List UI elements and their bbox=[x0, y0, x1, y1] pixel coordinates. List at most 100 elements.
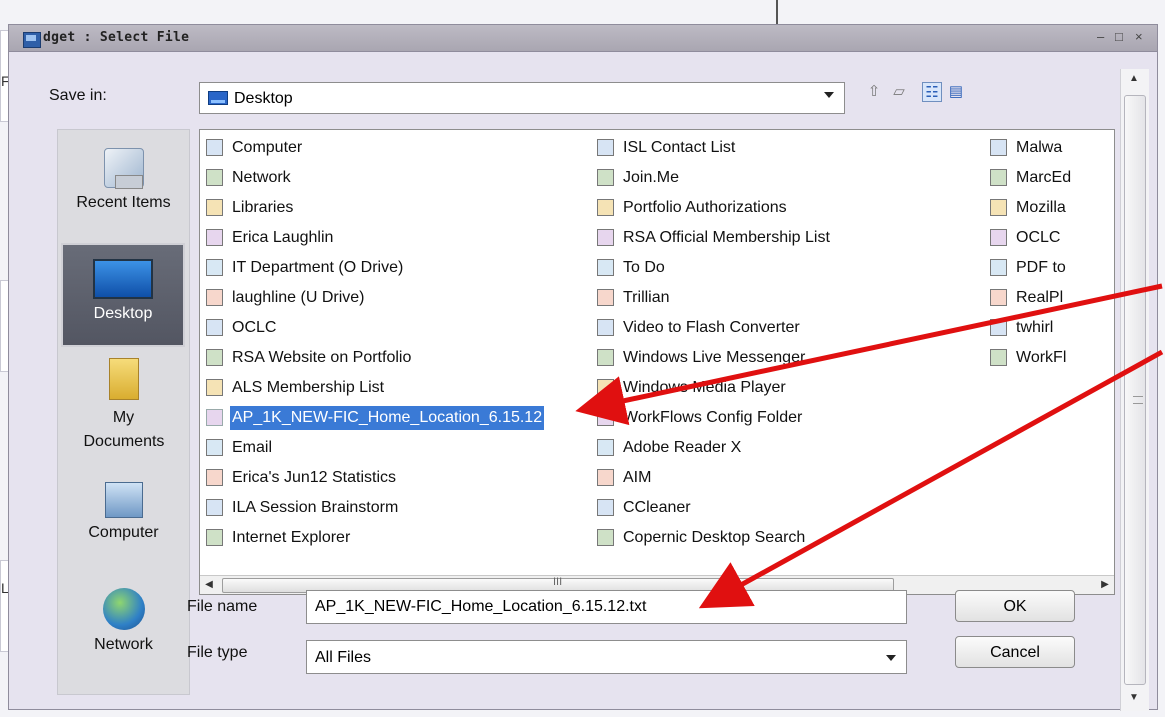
background-divider bbox=[776, 0, 778, 24]
list-view-icon[interactable]: ☷ bbox=[922, 82, 942, 102]
select-file-dialog: dget : Select File – □ × Save in: Deskto… bbox=[8, 24, 1158, 711]
file-shortcut-icon bbox=[206, 229, 223, 246]
file-shortcut-icon bbox=[206, 529, 223, 546]
file-shortcut-icon bbox=[206, 169, 223, 186]
save-in-label: Save in: bbox=[49, 87, 107, 104]
desktop-icon bbox=[208, 91, 228, 105]
file-shortcut-icon bbox=[597, 319, 614, 336]
ok-button[interactable]: OK bbox=[955, 590, 1075, 622]
file-shortcut-icon bbox=[990, 199, 1007, 216]
file-item-label: ALS Membership List bbox=[232, 379, 385, 396]
file-shortcut-icon bbox=[206, 259, 223, 276]
file-item-label: MarcEd bbox=[1016, 169, 1072, 186]
file-shortcut-icon bbox=[597, 139, 614, 156]
file-item-label: Video to Flash Converter bbox=[623, 319, 800, 336]
file-shortcut-icon bbox=[206, 409, 223, 426]
file-shortcut-icon bbox=[206, 499, 223, 516]
place-network[interactable]: Network bbox=[58, 588, 189, 654]
file-shortcut-icon bbox=[597, 289, 614, 306]
file-item-label: twhirl bbox=[1016, 319, 1054, 336]
file-item-label: Copernic Desktop Search bbox=[623, 529, 806, 546]
file-item-label: Adobe Reader X bbox=[623, 439, 742, 456]
scroll-thumb[interactable] bbox=[1124, 95, 1146, 685]
file-name-label: File name bbox=[187, 598, 258, 615]
scroll-grip bbox=[1133, 396, 1143, 404]
chevron-down-icon[interactable] bbox=[886, 655, 896, 661]
details-view-icon[interactable]: ▤ bbox=[946, 82, 966, 102]
file-shortcut-icon bbox=[990, 349, 1007, 366]
cancel-button[interactable]: Cancel bbox=[955, 636, 1075, 668]
file-shortcut-icon bbox=[206, 439, 223, 456]
up-folder-icon[interactable]: ⇧ bbox=[864, 82, 884, 102]
place-label: Desktop bbox=[93, 305, 153, 322]
computer-icon bbox=[104, 482, 143, 518]
minimize-button[interactable]: – bbox=[1097, 29, 1104, 44]
title-bar[interactable]: dget : Select File – □ × bbox=[9, 25, 1157, 52]
place-label: Recent Items bbox=[76, 194, 171, 211]
file-item-label: AIM bbox=[623, 469, 652, 486]
maximize-button[interactable]: □ bbox=[1115, 29, 1123, 44]
scroll-down-icon[interactable]: ▼ bbox=[1129, 692, 1139, 703]
file-item-label: RealPl bbox=[1016, 289, 1064, 306]
file-item-label: Windows Live Messenger bbox=[623, 349, 806, 366]
place-recent-items[interactable]: Recent Items bbox=[58, 148, 189, 212]
file-item-label: Internet Explorer bbox=[232, 529, 351, 546]
file-item-label: WorkFl bbox=[1016, 349, 1067, 366]
place-my-documents[interactable]: My Documents bbox=[58, 358, 189, 454]
place-label: Computer bbox=[88, 524, 159, 541]
file-list[interactable]: Computer Network Libraries Erica Laughlin IT… bbox=[199, 129, 1115, 595]
file-name-input[interactable]: AP_1K_NEW-FIC_Home_Location_6.15.12.txt bbox=[306, 590, 907, 624]
save-in-combo[interactable]: Desktop bbox=[199, 82, 845, 114]
file-item-label: Erica's Jun12 Statistics bbox=[232, 469, 397, 486]
place-label: My Documents bbox=[83, 409, 165, 450]
new-folder-icon[interactable]: ▱ bbox=[889, 82, 909, 102]
vertical-scrollbar[interactable]: ▲ ▼ bbox=[1120, 69, 1149, 711]
place-desktop[interactable]: Desktop bbox=[61, 243, 185, 347]
place-computer[interactable]: Computer bbox=[58, 482, 189, 542]
scroll-right-icon[interactable]: ▶ bbox=[1096, 576, 1114, 594]
file-shortcut-icon bbox=[990, 289, 1007, 306]
chevron-down-icon[interactable] bbox=[824, 92, 834, 98]
file-item-label: ISL Contact List bbox=[623, 139, 736, 156]
scroll-up-icon[interactable]: ▲ bbox=[1129, 73, 1139, 84]
file-shortcut-icon bbox=[206, 469, 223, 486]
file-item-label: IT Department (O Drive) bbox=[232, 259, 404, 276]
file-item-label: To Do bbox=[623, 259, 665, 276]
window-title: dget : Select File bbox=[43, 30, 190, 45]
file-shortcut-icon bbox=[206, 199, 223, 216]
file-shortcut-icon bbox=[990, 259, 1007, 276]
file-item-label: RSA Website on Portfolio bbox=[232, 349, 412, 366]
file-item-label: RSA Official Membership List bbox=[623, 229, 830, 246]
file-item-label: Trillian bbox=[623, 289, 670, 306]
file-shortcut-icon bbox=[597, 199, 614, 216]
file-type-combo[interactable]: All Files bbox=[306, 640, 907, 674]
file-shortcut-icon bbox=[597, 229, 614, 246]
recent-items-icon bbox=[103, 148, 144, 189]
file-shortcut-icon bbox=[597, 499, 614, 516]
file-item-label: Libraries bbox=[232, 199, 294, 216]
close-button[interactable]: × bbox=[1135, 29, 1143, 44]
file-shortcut-icon bbox=[990, 229, 1007, 246]
scroll-left-icon[interactable]: ◀ bbox=[200, 576, 218, 594]
desktop-icon bbox=[93, 259, 153, 299]
file-item-label: Email bbox=[232, 439, 273, 456]
file-shortcut-icon bbox=[597, 469, 614, 486]
places-bar: Recent Items Desktop My Documents Comput… bbox=[57, 129, 190, 695]
file-item-label: WorkFlows Config Folder bbox=[623, 409, 803, 426]
file-item-label: OCLC bbox=[1016, 229, 1061, 246]
file-item-label: Erica Laughlin bbox=[232, 229, 334, 246]
file-shortcut-icon bbox=[206, 319, 223, 336]
app-icon bbox=[23, 32, 41, 48]
network-icon bbox=[102, 588, 145, 630]
file-item-label: Network bbox=[232, 169, 291, 186]
file-item-label: laughline (U Drive) bbox=[232, 289, 365, 306]
file-shortcut-icon bbox=[990, 139, 1007, 156]
file-shortcut-icon bbox=[990, 319, 1007, 336]
file-shortcut-icon bbox=[206, 379, 223, 396]
file-item-label: Computer bbox=[232, 139, 303, 156]
file-item-label: ILA Session Brainstorm bbox=[232, 499, 399, 516]
file-shortcut-icon bbox=[597, 379, 614, 396]
file-shortcut-icon bbox=[990, 169, 1007, 186]
file-shortcut-icon bbox=[597, 349, 614, 366]
file-shortcut-icon bbox=[206, 139, 223, 156]
